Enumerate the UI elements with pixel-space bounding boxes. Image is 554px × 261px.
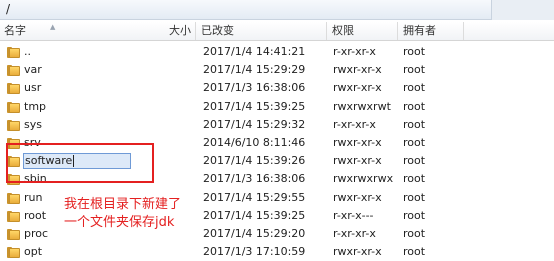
file-modified: 2017/1/3 17:10:59: [203, 245, 306, 259]
file-permissions: rwxr-xr-x: [333, 136, 382, 149]
column-header: 名字 ▲ 大小 已改变 权限 拥有者: [0, 22, 554, 41]
current-path: /: [6, 2, 11, 16]
folder-icon: [7, 46, 21, 58]
file-modified: 2017/1/4 15:29:20: [203, 227, 306, 240]
column-modified-label: 已改变: [201, 24, 234, 37]
file-name: sys: [24, 117, 42, 131]
file-name: var: [24, 63, 42, 77]
file-modified: 2017/1/4 15:29:32: [203, 117, 306, 131]
column-modified[interactable]: 已改变: [197, 22, 327, 40]
file-permissions: rwxr-xr-x: [333, 63, 382, 77]
annotation-note: 我在根目录下新建了 一个文件夹保存jdk: [64, 196, 204, 232]
file-owner: root: [403, 99, 426, 113]
column-permissions-label: 权限: [332, 24, 354, 37]
file-owner: root: [403, 172, 426, 186]
annotation-highlight-box: [6, 143, 154, 183]
annotation-line-2: 一个文件夹保存jdk: [64, 215, 175, 230]
file-owner: root: [403, 136, 426, 149]
file-permissions: r-xr-x---: [333, 208, 374, 222]
folder-icon: [7, 246, 21, 259]
file-name: usr: [24, 81, 42, 95]
file-permissions: r-xr-xr-x: [333, 45, 376, 58]
file-modified: 2014/6/10 8:11:46: [203, 136, 306, 149]
file-permissions: rwxr-xr-x: [333, 81, 382, 95]
file-permissions: r-xr-xr-x: [333, 227, 376, 240]
path-bar[interactable]: /: [0, 0, 554, 20]
file-modified: 2017/1/4 15:29:29: [203, 63, 306, 77]
file-modified: 2017/1/4 14:41:21: [203, 45, 306, 58]
column-name[interactable]: 名字 ▲ 大小: [0, 22, 196, 40]
file-modified: 2017/1/3 16:38:06: [203, 81, 306, 95]
file-modified: 2017/1/4 15:39:25: [203, 208, 306, 222]
file-owner: root: [403, 227, 426, 240]
file-name: opt: [24, 245, 43, 259]
file-permissions: rwxr-xr-x: [333, 190, 382, 204]
table-row[interactable]: opt 2017/1/3 17:10:59 rwxr-xr-x root: [0, 243, 554, 261]
folder-icon: [7, 228, 21, 240]
file-permissions: rwxrwxrwx: [333, 172, 394, 186]
path-bar-dropdown[interactable]: [491, 0, 554, 20]
file-modified: 2017/1/3 16:38:06: [203, 172, 306, 186]
folder-icon: [7, 82, 21, 95]
sort-arrow-icon: ▲: [50, 23, 56, 31]
annotation-line-1: 我在根目录下新建了: [64, 197, 182, 212]
table-row[interactable]: tmp 2017/1/4 15:39:25 rwxrwxrwt root: [0, 98, 554, 116]
file-modified: 2017/1/4 15:29:55: [203, 190, 306, 204]
file-permissions: rwxr-xr-x: [333, 154, 382, 168]
file-name: tmp: [24, 99, 47, 113]
column-owner-label: 拥有者: [403, 24, 436, 37]
file-owner: root: [403, 154, 426, 168]
file-owner: root: [403, 208, 426, 222]
folder-icon: [7, 101, 21, 113]
table-row[interactable]: var 2017/1/4 15:29:29 rwxr-xr-x root: [0, 61, 554, 79]
file-owner: root: [403, 117, 426, 131]
folder-icon: [7, 119, 21, 131]
file-owner: root: [403, 63, 426, 77]
file-modified: 2017/1/4 15:39:26: [203, 154, 306, 168]
file-owner: root: [403, 190, 426, 204]
folder-icon: [7, 210, 21, 222]
column-permissions[interactable]: 权限: [328, 22, 398, 40]
folder-icon: [7, 192, 21, 204]
file-permissions: rwxrwxrwt: [333, 99, 391, 113]
file-name: ..: [24, 45, 31, 58]
table-row[interactable]: sys 2017/1/4 15:29:32 r-xr-xr-x root: [0, 116, 554, 134]
column-size-label[interactable]: 大小: [169, 22, 191, 40]
column-owner[interactable]: 拥有者: [399, 22, 464, 40]
column-name-label: 名字: [4, 24, 26, 37]
file-owner: root: [403, 245, 426, 259]
folder-icon: [7, 64, 21, 77]
table-row[interactable]: .. 2017/1/4 14:41:21 r-xr-xr-x root: [0, 43, 554, 61]
file-permissions: r-xr-xr-x: [333, 117, 376, 131]
file-modified: 2017/1/4 15:39:25: [203, 99, 306, 113]
file-permissions: rwxr-xr-x: [333, 245, 382, 259]
file-owner: root: [403, 45, 426, 58]
table-row[interactable]: usr 2017/1/3 16:38:06 rwxr-xr-x root: [0, 79, 554, 97]
file-owner: root: [403, 81, 426, 95]
